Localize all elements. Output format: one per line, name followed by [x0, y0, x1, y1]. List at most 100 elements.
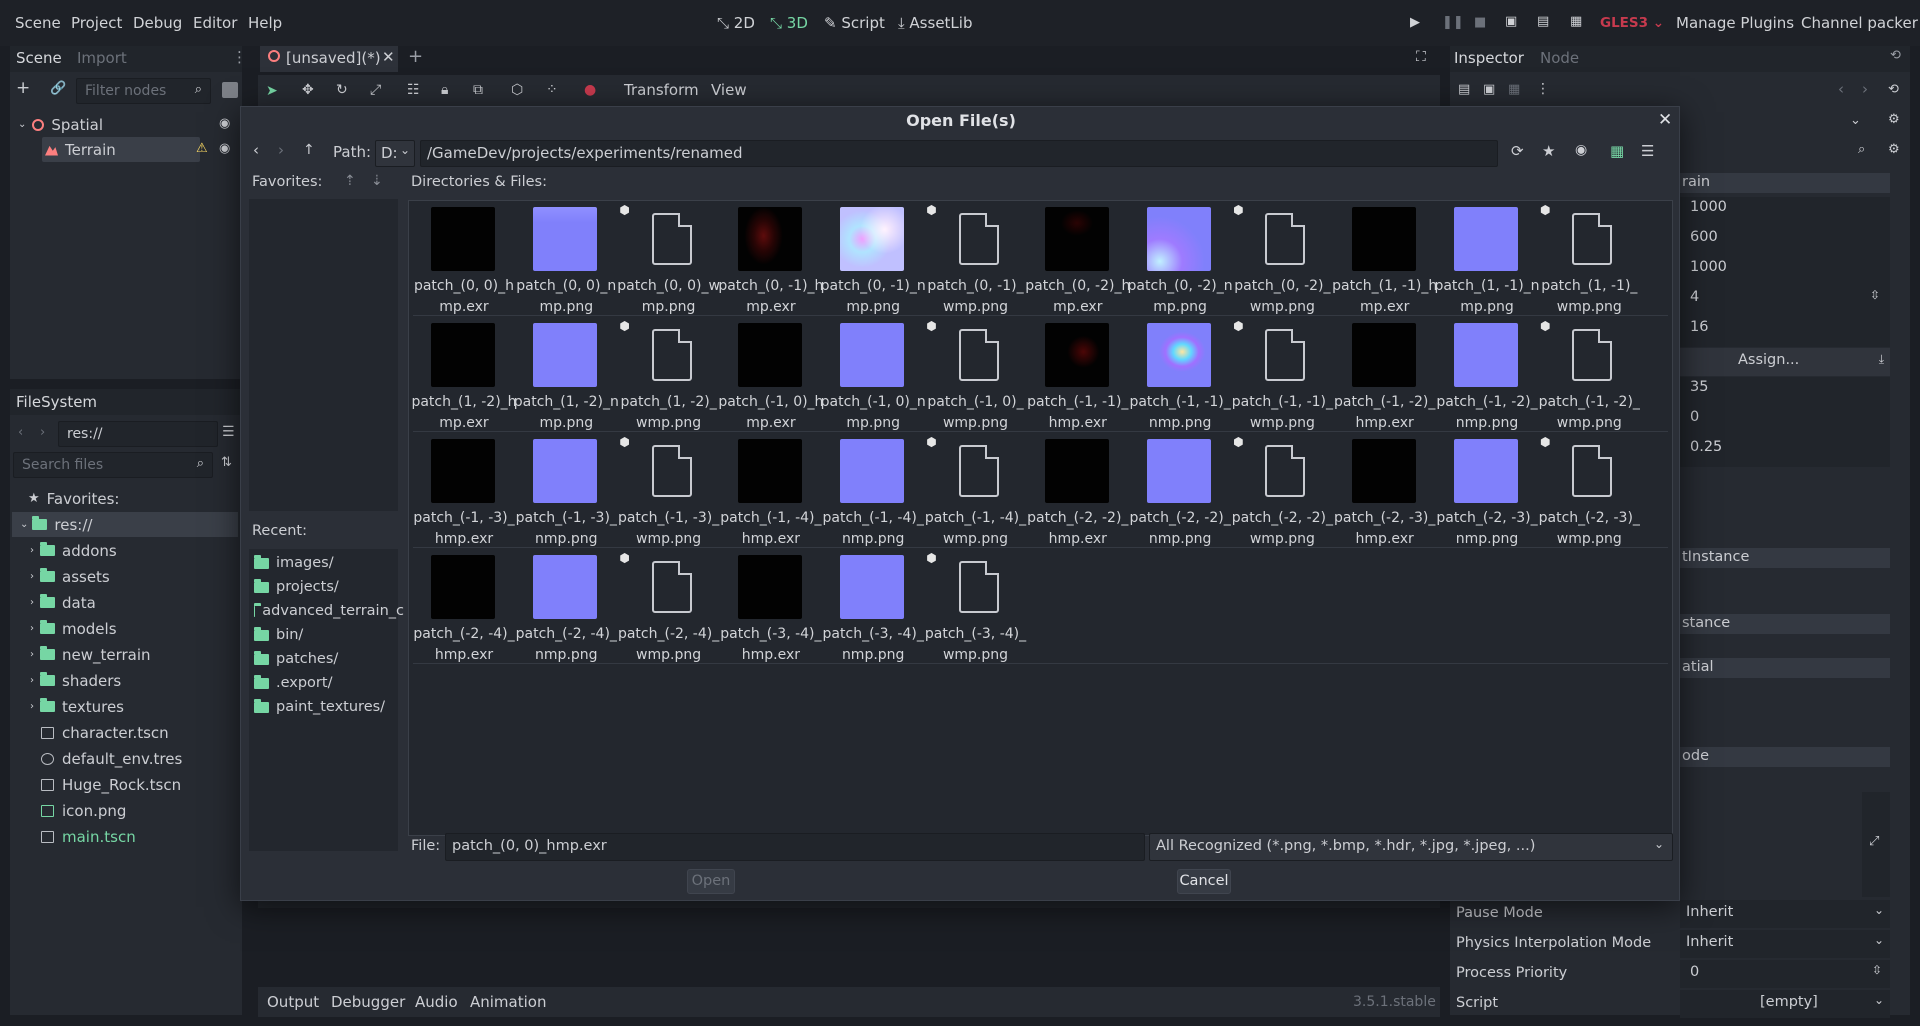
- menu-editor[interactable]: Editor: [193, 14, 237, 32]
- file-item[interactable]: patch_(1, -2)_h mp.exr: [411, 319, 517, 434]
- menu-debug[interactable]: Debug: [133, 14, 182, 32]
- up-directory-icon[interactable]: ↑: [303, 142, 315, 158]
- insp-value-1[interactable]: 600: [1680, 227, 1890, 257]
- cancel-button[interactable]: Cancel: [1177, 869, 1231, 894]
- menu-help[interactable]: Help: [248, 14, 282, 32]
- close-icon[interactable]: ✕: [1658, 110, 1672, 130]
- file-item[interactable]: patch_(-1, -4)_ hmp.exr: [720, 435, 822, 550]
- file-item[interactable]: ⬢ patch_(0, -2)_ wmp.png: [1231, 203, 1333, 318]
- save-resource-icon[interactable]: ▦: [1508, 82, 1520, 97]
- file-item[interactable]: ⬢ patch_(-3, -4)_ wmp.png: [925, 551, 1027, 666]
- recent-item[interactable]: images/: [254, 552, 404, 574]
- file-item[interactable]: ⬢ patch_(1, -2)_ wmp.png: [618, 319, 720, 434]
- dock-menu-icon[interactable]: ⋮: [232, 48, 247, 66]
- insp-value-6[interactable]: 35: [1680, 377, 1890, 407]
- recent-item[interactable]: advanced_terrain_c: [254, 600, 404, 622]
- channel-packer-button[interactable]: Channel packer: [1801, 14, 1918, 32]
- scale-tool-icon[interactable]: ⤢: [370, 82, 381, 98]
- open-resource-icon[interactable]: ▣: [1483, 82, 1495, 97]
- file-item[interactable]: patch_(-1, 0)_h mp.exr: [718, 319, 823, 434]
- file-item[interactable]: patch_(-1, -2)_ nmp.png: [1436, 319, 1538, 434]
- back-icon[interactable]: ‹: [253, 141, 259, 159]
- workspace-3d-button[interactable]: ⤡ 3D: [770, 14, 808, 32]
- file-item[interactable]: patch_(-1, -2)_ hmp.exr: [1334, 319, 1436, 434]
- node-spatial[interactable]: ⌄ Spatial: [18, 112, 103, 137]
- file-item[interactable]: patch_(-2, -3)_ hmp.exr: [1334, 435, 1436, 550]
- favorites-list[interactable]: [249, 199, 398, 511]
- file-item[interactable]: patch_(-1, -4)_ nmp.png: [822, 435, 924, 550]
- file-item[interactable]: ⬢ patch_(-1, 0)_ wmp.png: [925, 319, 1027, 434]
- back-icon[interactable]: ‹: [1838, 80, 1844, 98]
- folder-row-textures[interactable]: › textures: [30, 694, 124, 719]
- split-view-icon[interactable]: ☰: [222, 424, 235, 440]
- scene-script-icon[interactable]: [222, 82, 238, 98]
- play-scene-icon[interactable]: ▣: [1505, 14, 1517, 29]
- file-item[interactable]: patch_(0, -2)_n mp.png: [1128, 203, 1233, 318]
- file-item[interactable]: ⬢ patch_(0, -1)_ wmp.png: [925, 203, 1027, 318]
- file-item[interactable]: ⬢ patch_(-1, -3)_ wmp.png: [618, 435, 720, 550]
- file-name-input[interactable]: patch_(0, 0)_hmp.exr: [445, 833, 1145, 861]
- pause-mode-select[interactable]: Inherit ⌄: [1680, 900, 1890, 928]
- file-item[interactable]: patch_(-1, 0)_n mp.png: [821, 319, 926, 434]
- path-input[interactable]: /GameDev/projects/experiments/renamed: [420, 140, 1498, 167]
- forward-icon[interactable]: ›: [40, 425, 45, 440]
- file-row-character[interactable]: character.tscn: [41, 720, 169, 745]
- favorite-star-icon[interactable]: ★: [1542, 142, 1555, 160]
- close-tab-icon[interactable]: ✕: [382, 48, 395, 66]
- filter-select[interactable]: All Recognized (*.png, *.bmp, *.hdr, *.j…: [1149, 833, 1673, 861]
- select-tool-icon[interactable]: ➤: [266, 83, 278, 99]
- visibility-eye-icon[interactable]: ◉: [219, 116, 230, 131]
- renderer-select[interactable]: GLES3 ⌄: [1600, 15, 1664, 31]
- tab-scene[interactable]: Scene: [16, 49, 62, 67]
- fs-path-field[interactable]: res://: [58, 421, 218, 447]
- recent-item[interactable]: paint_textures/: [254, 696, 404, 718]
- file-item[interactable]: patch_(-2, -2)_ hmp.exr: [1027, 435, 1129, 550]
- menu-scene[interactable]: Scene: [15, 14, 61, 32]
- file-item[interactable]: patch_(-2, -3)_ nmp.png: [1436, 435, 1538, 550]
- file-item[interactable]: patch_(-1, -1)_ nmp.png: [1129, 319, 1231, 434]
- list-view-icon[interactable]: ☰: [1641, 142, 1654, 160]
- file-item[interactable]: ⬢ patch_(1, -1)_ wmp.png: [1538, 203, 1640, 318]
- forward-icon[interactable]: ›: [278, 141, 284, 159]
- file-item[interactable]: patch_(1, -1)_h mp.exr: [1332, 203, 1437, 318]
- move-tool-icon[interactable]: ✥: [302, 82, 314, 98]
- tab-filesystem[interactable]: FileSystem: [16, 393, 97, 411]
- forward-icon[interactable]: ›: [1862, 80, 1868, 98]
- file-item[interactable]: patch_(-3, -4)_ nmp.png: [822, 551, 924, 666]
- manage-plugins-button[interactable]: Manage Plugins: [1676, 14, 1794, 32]
- sort-icon[interactable]: ⇅: [221, 455, 232, 470]
- folder-row-new-terrain[interactable]: › new_terrain: [30, 642, 151, 667]
- lock-icon[interactable]: 🔒︎: [441, 82, 448, 98]
- folder-row-data[interactable]: › data: [30, 590, 96, 615]
- move-down-icon[interactable]: ⇣: [371, 173, 383, 189]
- insp-value-7[interactable]: 0: [1680, 407, 1890, 437]
- menu-project[interactable]: Project: [71, 14, 122, 32]
- drive-select[interactable]: D: ⌄: [375, 140, 415, 167]
- process-priority-field[interactable]: 0 ⇳: [1680, 960, 1890, 988]
- insp-value-8[interactable]: 0.25: [1680, 437, 1890, 467]
- file-item[interactable]: ⬢ patch_(-1, -1)_ wmp.png: [1231, 319, 1333, 434]
- new-tab-icon[interactable]: +: [408, 46, 423, 67]
- insp-value-2[interactable]: 1000: [1680, 257, 1890, 287]
- object-icon[interactable]: ⚙: [1888, 112, 1900, 127]
- file-item[interactable]: ⬢ patch_(0, 0)_w mp.png: [617, 203, 720, 318]
- folder-row-addons[interactable]: › addons: [30, 538, 117, 563]
- expand-field[interactable]: ⤢: [1862, 792, 1890, 897]
- transform-menu[interactable]: Transform: [624, 81, 699, 99]
- file-item[interactable]: ⬢ patch_(-2, -3)_ wmp.png: [1538, 435, 1640, 550]
- file-row-main[interactable]: main.tscn: [41, 824, 136, 849]
- file-item[interactable]: patch_(-2, -4)_ nmp.png: [515, 551, 617, 666]
- tab-unsaved-scene[interactable]: [unsaved](*) ✕: [260, 46, 398, 72]
- link-icon[interactable]: 🔗: [50, 81, 66, 96]
- physics-interpolation-select[interactable]: Inherit ⌄: [1680, 930, 1890, 958]
- local-space-icon[interactable]: ⬡: [511, 82, 523, 98]
- favorites-row[interactable]: ★ Favorites:: [28, 486, 119, 511]
- new-resource-icon[interactable]: ▤: [1458, 82, 1470, 97]
- list-select-icon[interactable]: ☷: [407, 82, 420, 98]
- insp-value-4[interactable]: 16: [1680, 317, 1890, 347]
- settings-icon[interactable]: ⚙: [1888, 142, 1900, 157]
- stop-icon[interactable]: ■: [1474, 15, 1486, 30]
- tab-audio[interactable]: Audio: [415, 993, 458, 1011]
- show-hidden-icon[interactable]: ◉: [1575, 142, 1587, 158]
- group-icon[interactable]: ⧉: [473, 82, 483, 98]
